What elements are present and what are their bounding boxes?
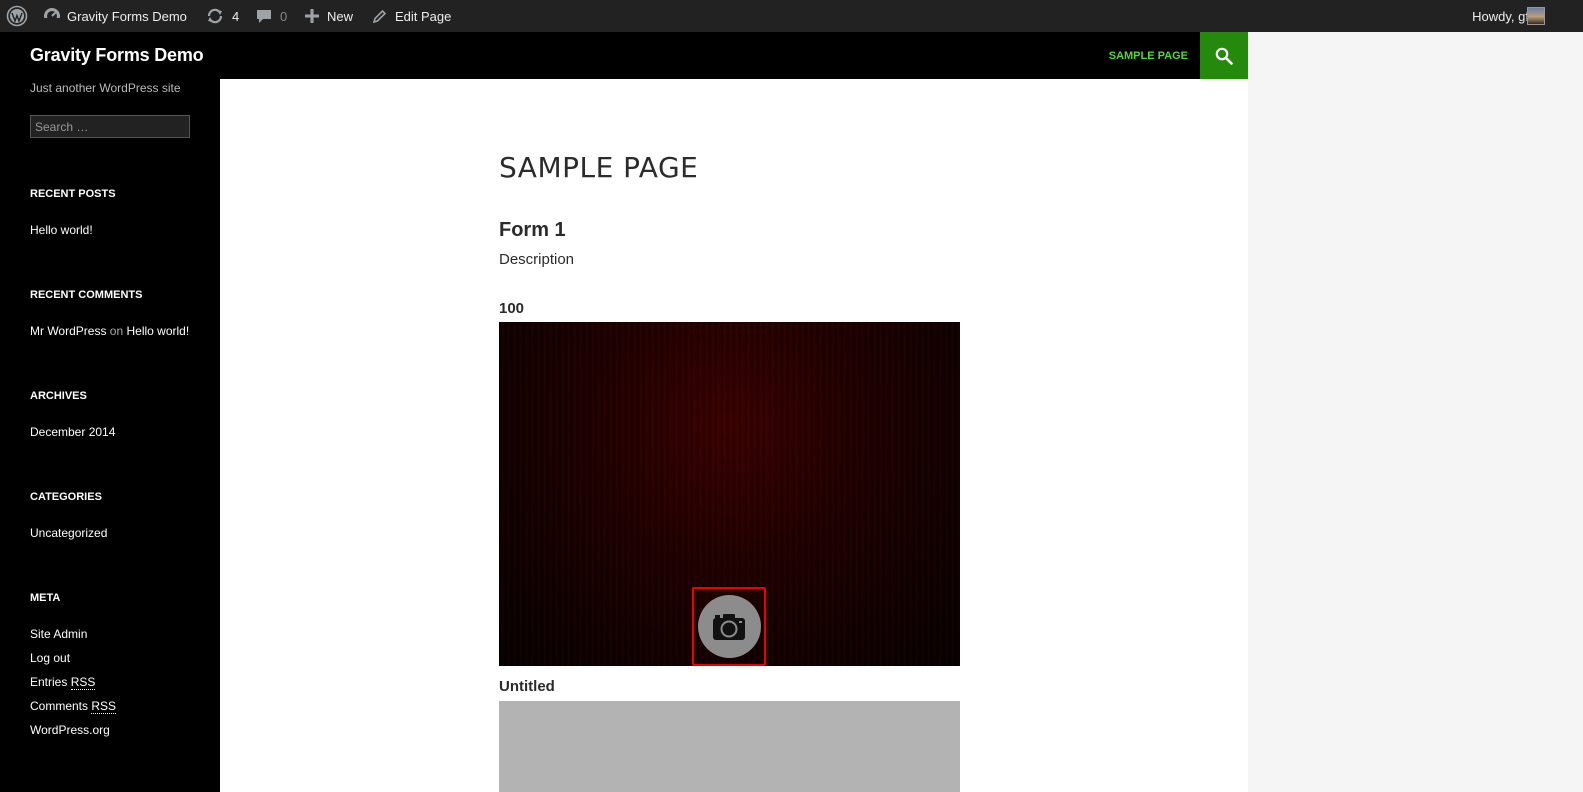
updates-icon bbox=[207, 8, 223, 24]
comment-icon bbox=[257, 10, 271, 23]
entries-rss-link[interactable]: Entries RSS bbox=[30, 675, 96, 690]
comment-author-link[interactable]: Mr WordPress bbox=[30, 324, 106, 338]
categories-title: CATEGORIES bbox=[30, 491, 102, 503]
header-bar: SAMPLE PAGE bbox=[220, 32, 1248, 79]
log-out-link[interactable]: Log out bbox=[30, 651, 70, 665]
search-toggle-button[interactable] bbox=[1200, 32, 1248, 79]
capture-circle bbox=[697, 595, 761, 658]
comments-count: 0 bbox=[280, 8, 288, 24]
webcam-preview bbox=[499, 322, 960, 666]
search-icon bbox=[1215, 47, 1233, 65]
rss-abbr: RSS bbox=[91, 699, 117, 714]
main-content: SAMPLE PAGE Form 1 Description 100 Untit… bbox=[220, 79, 1248, 792]
form-description: Description bbox=[499, 251, 575, 268]
wordpress-icon bbox=[6, 5, 28, 27]
howdy-label: Howdy, gf bbox=[1472, 8, 1529, 24]
wordpress-org-link[interactable]: WordPress.org bbox=[30, 723, 110, 737]
comments-label: Comments bbox=[30, 699, 89, 713]
site-name-label: Gravity Forms Demo bbox=[67, 8, 187, 24]
entries-label: Entries bbox=[30, 675, 68, 689]
page-title: SAMPLE PAGE bbox=[499, 151, 699, 184]
meta-title: META bbox=[30, 592, 61, 604]
archives-title: ARCHIVES bbox=[30, 390, 87, 402]
form-title: Form 1 bbox=[499, 219, 566, 241]
recent-posts-title: RECENT POSTS bbox=[30, 188, 116, 200]
field-label: Untitled bbox=[499, 678, 555, 695]
site-name-menu[interactable]: Gravity Forms Demo bbox=[43, 0, 187, 32]
sidebar-search-input[interactable] bbox=[30, 115, 190, 138]
field-label: 100 bbox=[499, 300, 525, 317]
rss-abbr: RSS bbox=[70, 675, 96, 690]
new-content-menu[interactable]: New bbox=[305, 0, 353, 32]
site-description: Just another WordPress site bbox=[30, 81, 181, 95]
category-link[interactable]: Uncategorized bbox=[30, 526, 107, 540]
page-background bbox=[1248, 32, 1583, 792]
comments-menu[interactable]: 0 bbox=[256, 0, 287, 32]
left-sidebar: Gravity Forms Demo Just another WordPres… bbox=[0, 32, 220, 792]
archive-link[interactable]: December 2014 bbox=[30, 425, 115, 439]
dashboard-icon bbox=[43, 8, 61, 25]
site-admin-link[interactable]: Site Admin bbox=[30, 627, 87, 641]
pencil-icon bbox=[372, 9, 387, 23]
recent-post-link[interactable]: Hello world! bbox=[30, 223, 93, 237]
recent-comments-title: RECENT COMMENTS bbox=[30, 289, 143, 301]
comment-on-text: on bbox=[109, 324, 124, 338]
updates-menu[interactable]: 4 bbox=[206, 0, 239, 32]
nav-sample-page[interactable]: SAMPLE PAGE bbox=[1109, 32, 1188, 79]
avatar[interactable] bbox=[1527, 7, 1545, 25]
site-title[interactable]: Gravity Forms Demo bbox=[30, 45, 204, 66]
wordpress-logo-menu[interactable] bbox=[6, 0, 28, 32]
comment-post-link[interactable]: Hello world! bbox=[127, 324, 190, 338]
recent-comment-item: Mr WordPress on Hello world! bbox=[30, 324, 189, 338]
edit-page-link[interactable]: Edit Page bbox=[372, 0, 451, 32]
updates-count: 4 bbox=[232, 8, 240, 24]
my-account-menu[interactable]: Howdy, gf bbox=[1472, 0, 1529, 32]
plus-icon bbox=[305, 9, 319, 23]
untitled-field-area[interactable] bbox=[499, 701, 960, 792]
new-label: New bbox=[327, 8, 354, 24]
admin-bar: Gravity Forms Demo 4 0 New Edit Page How… bbox=[0, 0, 1583, 32]
comments-rss-link[interactable]: Comments RSS bbox=[30, 699, 117, 714]
edit-page-label: Edit Page bbox=[395, 8, 452, 24]
camera-icon bbox=[713, 613, 745, 640]
capture-photo-button[interactable] bbox=[692, 587, 766, 666]
